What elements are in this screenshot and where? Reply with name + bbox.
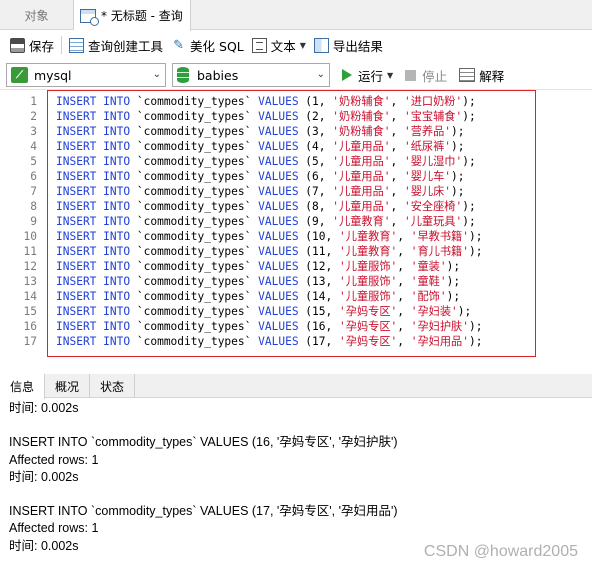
run-button[interactable]: 运行 ▼ xyxy=(342,66,393,85)
line-number: 2 xyxy=(30,110,37,123)
line-number: 14 xyxy=(23,290,37,303)
explain-label: 解释 xyxy=(479,68,505,84)
beautify-icon: ✎ xyxy=(173,37,184,53)
run-label: 运行 xyxy=(358,68,384,84)
query-builder-label: 查询创建工具 xyxy=(88,38,164,54)
line-number: 10 xyxy=(23,230,37,243)
toolbar-divider xyxy=(61,36,63,54)
text-button[interactable]: 文本 ▼ xyxy=(248,33,310,57)
connection-value: mysql xyxy=(34,67,72,83)
line-number: 15 xyxy=(23,305,37,318)
message-line: INSERT INTO `commodity_types` VALUES (17… xyxy=(9,504,398,519)
query-tab-icon xyxy=(80,8,99,26)
export-results-button[interactable]: 导出结果 xyxy=(310,33,387,57)
tab-message-label: 信息 xyxy=(10,380,35,394)
save-button[interactable]: 保存 xyxy=(6,33,58,57)
text-icon xyxy=(251,37,267,53)
beautify-sql-label: 美化 SQL xyxy=(190,38,244,54)
line-number: 7 xyxy=(30,185,37,198)
tab-query[interactable]: * 无标题 - 查询 xyxy=(74,0,191,31)
line-number: 12 xyxy=(23,260,37,273)
connection-toolbar: ⟋ mysql ⌄ babies ⌄ 运行 ▼ 停止 解释 xyxy=(0,61,592,89)
tab-objects-label: 对象 xyxy=(24,8,49,23)
line-number: 1 xyxy=(30,95,37,108)
message-line: 时间: 0.002s xyxy=(9,469,79,484)
line-number: 3 xyxy=(30,125,37,138)
export-results-label: 导出结果 xyxy=(332,38,383,54)
line-number: 13 xyxy=(23,275,37,288)
stop-button[interactable]: 停止 xyxy=(405,66,447,85)
sql-editor[interactable]: 1 2 3 4 5 6 7 8 9 10 11 12 13 14 15 16 17 INSERT INTO `c… xyxy=(0,89,592,365)
message-line: Affected rows: 1 xyxy=(9,521,99,536)
tab-status-label: 状态 xyxy=(100,379,125,394)
stop-label: 停止 xyxy=(422,68,448,84)
save-icon xyxy=(10,37,25,53)
export-icon xyxy=(313,37,329,53)
line-number: 17 xyxy=(23,335,37,348)
database-select[interactable]: babies ⌄ xyxy=(172,63,330,87)
line-number: 9 xyxy=(30,215,37,228)
line-number: 5 xyxy=(30,155,37,168)
stop-icon xyxy=(405,69,417,81)
highlight-box xyxy=(47,90,536,357)
document-tab-bar: 对象 * 无标题 - 查询 xyxy=(0,0,592,31)
chevron-down-icon[interactable]: ▼ xyxy=(387,71,393,80)
line-number-gutter: 1 2 3 4 5 6 7 8 9 10 11 12 13 14 15 16 17 xyxy=(0,90,40,365)
message-line: 时间: 0.002s xyxy=(9,401,79,415)
save-label: 保存 xyxy=(29,38,55,54)
query-builder-button[interactable]: 查询创建工具 xyxy=(65,33,167,57)
database-icon xyxy=(177,67,189,83)
tab-summary[interactable]: 概况 xyxy=(45,374,91,398)
connection-select[interactable]: ⟋ mysql ⌄ xyxy=(6,63,166,87)
beautify-sql-button[interactable]: ✎ 美化 SQL xyxy=(167,33,248,57)
query-toolbar: 保存 查询创建工具 ✎ 美化 SQL 文本 ▼ 导出结果 xyxy=(0,31,592,59)
play-icon xyxy=(342,69,352,81)
chevron-down-icon: ⌄ xyxy=(152,69,161,80)
line-number: 4 xyxy=(30,140,37,153)
line-number: 8 xyxy=(30,200,37,213)
result-tab-bar: 信息 概况 状态 xyxy=(0,374,592,399)
explain-icon xyxy=(459,68,476,82)
watermark: CSDN @howard2005 xyxy=(423,543,578,560)
tab-query-label: * 无标题 - 查询 xyxy=(101,9,183,23)
line-number: 16 xyxy=(23,320,37,333)
line-number: 6 xyxy=(30,170,37,183)
message-line: INSERT INTO `commodity_types` VALUES (16… xyxy=(9,435,398,450)
tab-status[interactable]: 状态 xyxy=(90,374,136,398)
explain-button[interactable]: 解释 xyxy=(459,66,504,85)
mysql-connection-icon: ⟋ xyxy=(11,67,28,83)
text-label: 文本 xyxy=(270,38,296,54)
message-line: Affected rows: 1 xyxy=(9,452,99,467)
chevron-down-icon: ▼ xyxy=(299,40,306,50)
message-panel: 时间: 0.002s INSERT INTO `commodity_types` … xyxy=(9,400,585,555)
tab-summary-label: 概况 xyxy=(55,379,80,394)
database-value: babies xyxy=(197,67,239,83)
tab-objects[interactable]: 对象 xyxy=(0,0,74,30)
chevron-down-icon: ⌄ xyxy=(316,69,325,80)
tab-message[interactable]: 信息 xyxy=(0,374,46,399)
query-builder-icon xyxy=(69,37,85,53)
line-number: 11 xyxy=(23,245,37,258)
